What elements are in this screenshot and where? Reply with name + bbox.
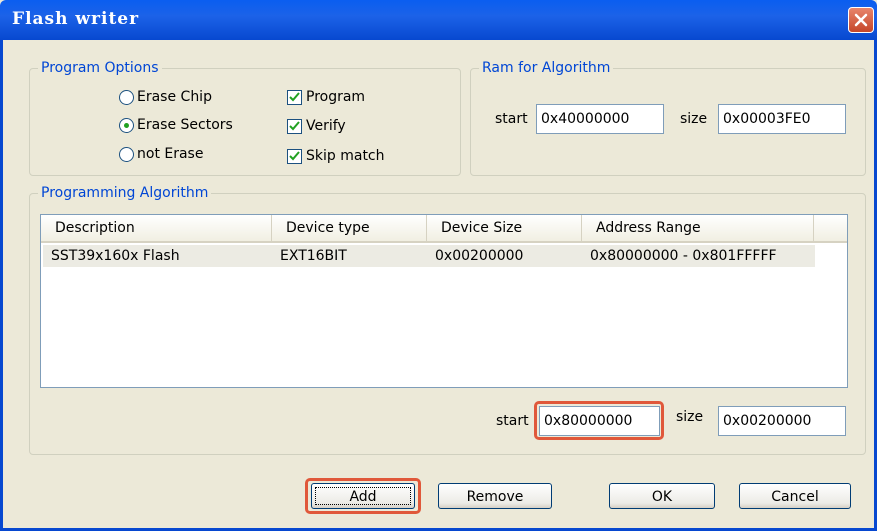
cell-address-range: 0x80000000 - 0x801FFFFF (590, 248, 777, 264)
erase-chip-radio-button[interactable] (119, 89, 134, 105)
ram-start-label: start (495, 111, 528, 127)
cell-device-type: EXT16BIT (280, 248, 347, 264)
not-erase-radio[interactable]: not Erase (119, 143, 203, 165)
cancel-button[interactable]: Cancel (739, 483, 851, 509)
program-checkbox[interactable]: Program (287, 86, 365, 108)
program-options-group: Program Options (29, 59, 461, 176)
checkmark-icon (289, 120, 300, 130)
list-header: Description Device type Device Size Addr… (41, 215, 847, 243)
window-title: Flash writer (12, 9, 140, 29)
column-address-range[interactable]: Address Range (582, 215, 814, 241)
skip-match-checkbox[interactable]: Skip match (287, 145, 385, 167)
column-filler (814, 215, 847, 241)
ok-button[interactable]: OK (609, 483, 715, 509)
erase-chip-radio[interactable]: Erase Chip (119, 86, 212, 108)
ram-size-label: size (680, 111, 708, 127)
add-button-highlight (305, 478, 421, 514)
ram-start-input[interactable] (536, 104, 664, 134)
ram-algorithm-title: Ram for Algorithm (479, 59, 614, 77)
close-button[interactable] (848, 7, 874, 33)
checkmark-icon (289, 150, 300, 160)
cell-device-size: 0x00200000 (435, 248, 524, 264)
close-icon (854, 13, 868, 27)
table-row[interactable]: SST39x160x Flash EXT16BIT 0x00200000 0x8… (43, 245, 815, 267)
erase-sectors-radio-button[interactable] (119, 117, 134, 133)
skip-match-label: Skip match (306, 148, 385, 164)
verify-check-box[interactable] (287, 118, 302, 134)
program-label: Program (306, 89, 366, 105)
algo-size-label: size (676, 409, 704, 425)
start-input-highlight (534, 401, 664, 440)
remove-button[interactable]: Remove (438, 483, 552, 509)
program-check-box[interactable] (287, 89, 302, 105)
ram-size-input[interactable] (718, 104, 846, 134)
erase-chip-label: Erase Chip (137, 89, 212, 105)
erase-sectors-radio[interactable]: Erase Sectors (119, 114, 233, 136)
skip-match-check-box[interactable] (287, 148, 302, 164)
checkmark-icon (289, 91, 300, 101)
verify-label: Verify (306, 118, 346, 134)
verify-checkbox[interactable]: Verify (287, 115, 346, 137)
column-device-size[interactable]: Device Size (427, 215, 582, 241)
not-erase-label: not Erase (137, 146, 204, 162)
column-device-type[interactable]: Device type (272, 215, 427, 241)
program-options-title: Program Options (38, 59, 162, 77)
title-bar: Flash writer (0, 0, 877, 40)
algorithm-list[interactable]: Description Device type Device Size Addr… (40, 214, 848, 388)
not-erase-radio-button[interactable] (119, 146, 134, 162)
algo-size-input[interactable] (718, 406, 846, 436)
programming-algorithm-title: Programming Algorithm (38, 184, 212, 202)
algo-start-label: start (496, 413, 529, 429)
erase-sectors-label: Erase Sectors (137, 117, 233, 133)
column-description[interactable]: Description (41, 215, 272, 241)
cell-description: SST39x160x Flash (51, 248, 180, 264)
